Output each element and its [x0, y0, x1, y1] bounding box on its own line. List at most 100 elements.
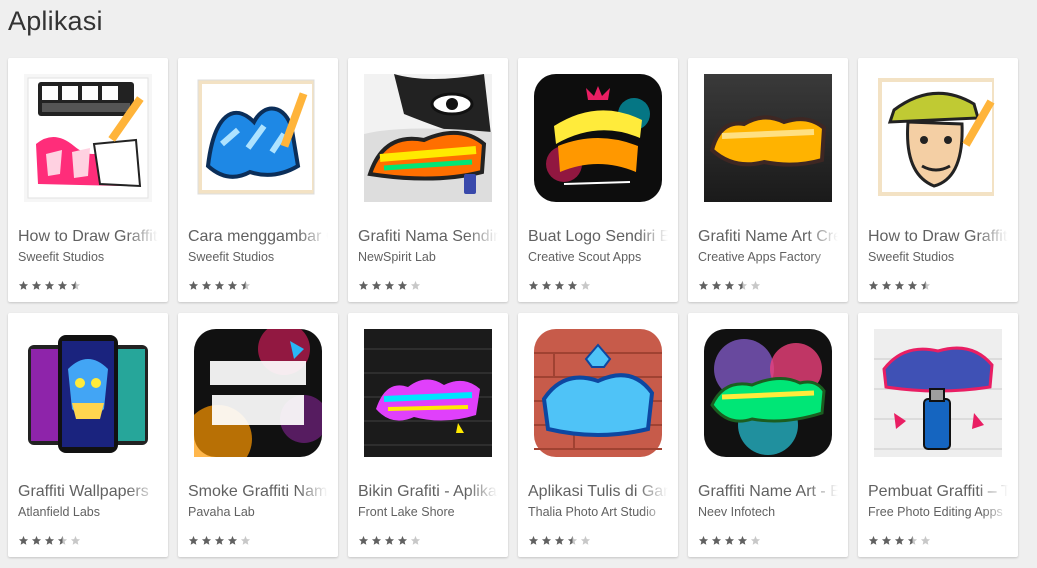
- star-icon: [528, 535, 539, 545]
- star-icon: [894, 280, 905, 290]
- rating-stars: [698, 535, 763, 547]
- app-title[interactable]: Bikin Grafiti - Aplikasi: [358, 483, 498, 501]
- app-card[interactable]: Buat Logo Sendiri Editor Creative Scout …: [518, 58, 678, 302]
- star-icon: [567, 280, 578, 290]
- graffiti-text-brick-icon[interactable]: [534, 329, 662, 457]
- star-icon: [227, 280, 238, 290]
- app-card[interactable]: Graffiti Wallpapers Atlanfield Labs: [8, 313, 168, 557]
- star-icon: [44, 280, 55, 290]
- app-card[interactable]: Grafiti Name Art Creator Creative Apps F…: [688, 58, 848, 302]
- star-icon: [57, 280, 68, 290]
- star-icon: [881, 280, 892, 290]
- app-developer[interactable]: Sweefit Studios: [868, 250, 1008, 264]
- app-title[interactable]: Graffiti Name Art - Editor: [698, 483, 838, 501]
- star-icon: [410, 535, 421, 545]
- star-icon: [410, 280, 421, 290]
- star-icon: [868, 535, 879, 545]
- app-developer[interactable]: Neev Infotech: [698, 505, 838, 519]
- app-card[interactable]: Graffiti Name Art - Editor Neev Infotech: [688, 313, 848, 557]
- rating-stars: [18, 280, 83, 292]
- rating-stars: [528, 535, 593, 547]
- star-icon: [31, 535, 42, 545]
- rating-stars: [188, 280, 253, 292]
- star-icon: [358, 280, 369, 290]
- star-icon: [698, 535, 709, 545]
- graffiti-character-icon[interactable]: [874, 74, 1002, 202]
- graffiti-gold-text-icon[interactable]: [704, 74, 832, 202]
- app-card[interactable]: Cara menggambar Grafiti Sweefit Studios: [178, 58, 338, 302]
- star-icon: [188, 535, 199, 545]
- rating-stars: [528, 280, 593, 292]
- graffiti-wallpaper-phones-icon[interactable]: [24, 329, 152, 457]
- graffiti-smoke-colorful-icon[interactable]: [704, 329, 832, 457]
- star-icon: [201, 280, 212, 290]
- app-card[interactable]: How to Draw Graffiti Name Sweefit Studio…: [8, 58, 168, 302]
- star-icon: [188, 280, 199, 290]
- app-card[interactable]: Smoke Graffiti Name Art Pavaha Lab: [178, 313, 338, 557]
- rating-stars: [698, 280, 763, 292]
- app-developer[interactable]: Front Lake Shore: [358, 505, 498, 519]
- star-icon: [698, 280, 709, 290]
- neon-graffiti-icon[interactable]: [364, 329, 492, 457]
- star-icon: [711, 280, 722, 290]
- star-icon: [750, 535, 761, 545]
- rating-stars: [358, 280, 423, 292]
- star-icon: [920, 280, 931, 290]
- star-icon: [567, 535, 578, 545]
- star-icon: [240, 535, 251, 545]
- app-developer[interactable]: Creative Scout Apps: [528, 250, 668, 264]
- app-card[interactable]: Pembuat Graffiti – Teks Free Photo Editi…: [858, 313, 1018, 557]
- star-icon: [70, 280, 81, 290]
- app-developer[interactable]: Sweefit Studios: [188, 250, 328, 264]
- app-developer[interactable]: NewSpirit Lab: [358, 250, 498, 264]
- app-card[interactable]: How to Draw Graffiti Characters Sweefit …: [858, 58, 1018, 302]
- name-graffiti-pencil-icon[interactable]: [24, 74, 152, 202]
- star-icon: [397, 535, 408, 545]
- star-icon: [724, 280, 735, 290]
- star-icon: [554, 280, 565, 290]
- app-card[interactable]: Bikin Grafiti - Aplikasi Front Lake Shor…: [348, 313, 508, 557]
- graffiti-face-icon[interactable]: [364, 74, 492, 202]
- app-title[interactable]: How to Draw Graffiti Characters: [868, 228, 1008, 246]
- app-card[interactable]: Aplikasi Tulis di Gambar Thalia Photo Ar…: [518, 313, 678, 557]
- star-icon: [724, 535, 735, 545]
- app-title[interactable]: How to Draw Graffiti Name: [18, 228, 158, 246]
- rating-stars: [18, 535, 83, 547]
- app-developer[interactable]: Pavaha Lab: [188, 505, 328, 519]
- star-icon: [868, 280, 879, 290]
- star-icon: [907, 280, 918, 290]
- app-title[interactable]: Cara menggambar Grafiti: [188, 228, 328, 246]
- rating-stars: [868, 280, 933, 292]
- star-icon: [371, 280, 382, 290]
- star-icon: [227, 535, 238, 545]
- star-icon: [554, 535, 565, 545]
- star-icon: [240, 280, 251, 290]
- graffiti-drawing-pencil-icon[interactable]: [194, 74, 322, 202]
- star-icon: [31, 280, 42, 290]
- app-developer[interactable]: Thalia Photo Art Studio: [528, 505, 668, 519]
- app-card[interactable]: Grafiti Nama Sendiri NewSpirit Lab: [348, 58, 508, 302]
- smoke-graffiti-name-icon[interactable]: [194, 329, 322, 457]
- app-title[interactable]: Grafiti Name Art Creator: [698, 228, 838, 246]
- app-title[interactable]: Graffiti Wallpapers: [18, 483, 158, 501]
- star-icon: [711, 535, 722, 545]
- app-title[interactable]: Buat Logo Sendiri Editor: [528, 228, 668, 246]
- graffiti-maker-icon[interactable]: [534, 74, 662, 202]
- star-icon: [18, 280, 29, 290]
- star-icon: [750, 280, 761, 290]
- app-title[interactable]: Aplikasi Tulis di Gambar: [528, 483, 668, 501]
- rating-stars: [358, 535, 423, 547]
- app-title[interactable]: Pembuat Graffiti – Teks: [868, 483, 1008, 501]
- star-icon: [214, 280, 225, 290]
- star-icon: [907, 535, 918, 545]
- star-icon: [57, 535, 68, 545]
- rating-stars: [868, 535, 933, 547]
- app-developer[interactable]: Sweefit Studios: [18, 250, 158, 264]
- app-developer[interactable]: Free Photo Editing Apps: [868, 505, 1008, 519]
- app-title[interactable]: Smoke Graffiti Name Art: [188, 483, 328, 501]
- app-developer[interactable]: Atlanfield Labs: [18, 505, 158, 519]
- app-developer[interactable]: Creative Apps Factory: [698, 250, 838, 264]
- app-title[interactable]: Grafiti Nama Sendiri: [358, 228, 498, 246]
- star-icon: [920, 535, 931, 545]
- graffiti-text-on-photo-icon[interactable]: [874, 329, 1002, 457]
